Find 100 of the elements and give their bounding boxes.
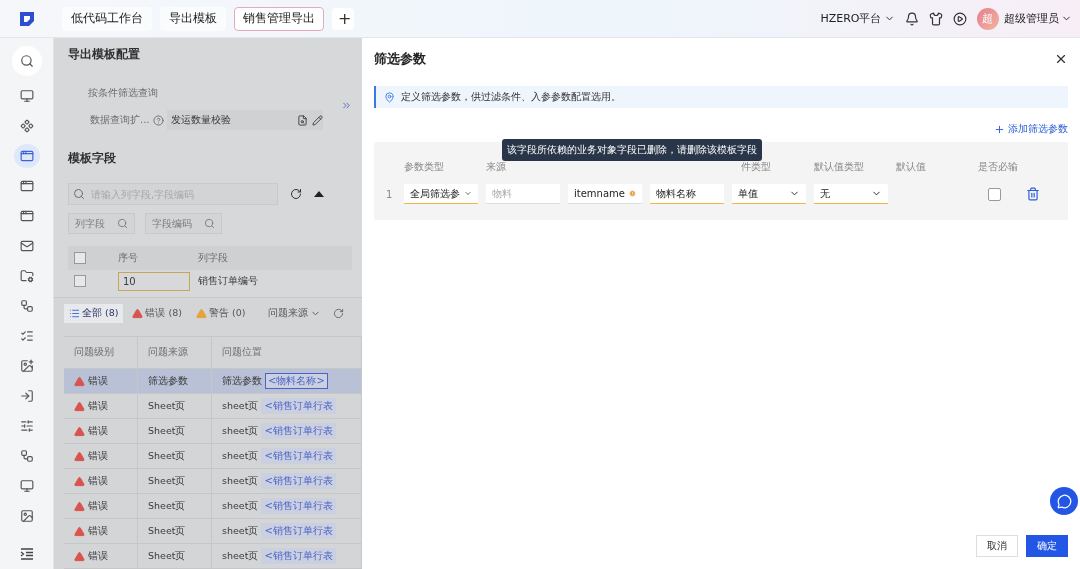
filter-tab[interactable]: 警告 (0)	[190, 303, 251, 323]
page-tab[interactable]: 导出模板	[160, 6, 226, 31]
level-cell[interactable]: 错误	[64, 419, 138, 444]
error-icon	[74, 375, 85, 387]
search-icon[interactable]	[11, 46, 42, 76]
document-search-icon[interactable]	[296, 114, 308, 126]
user-menu[interactable]: 超 超级管理员	[976, 7, 1072, 30]
location-text: sheet页	[222, 449, 259, 463]
location-text: sheet页	[222, 549, 259, 563]
checkbox[interactable]	[74, 275, 86, 287]
edit-icon[interactable]	[311, 114, 323, 126]
select-field[interactable]: 单值	[732, 184, 806, 204]
field-label: 数据查询扩...	[90, 113, 150, 127]
table-cell: 筛选参数	[138, 369, 212, 394]
page-tab[interactable]: 销售管理导出	[234, 6, 324, 31]
logo-icon	[18, 9, 36, 28]
error-icon	[74, 550, 85, 562]
error-icon	[74, 475, 85, 487]
error-icon	[74, 500, 85, 512]
collapse-caret-icon[interactable]	[314, 191, 324, 197]
cancel-button[interactable]: 取消	[976, 535, 1018, 557]
info-text: 定义筛选参数，供过滤条件、入参参数配置选用。	[401, 90, 621, 104]
table-cell: Sheet页	[138, 544, 212, 569]
close-icon[interactable]	[1054, 52, 1068, 66]
page-tab[interactable]: 低代码工作台	[62, 6, 152, 31]
search-icon	[204, 218, 215, 229]
location-tag[interactable]: <销售订单行表	[261, 398, 336, 414]
input-field[interactable]: itemname	[568, 184, 642, 204]
column-header: 序号	[112, 246, 192, 270]
column-header: 默认值	[896, 160, 927, 174]
ok-button[interactable]: 确定	[1026, 535, 1068, 557]
column-header: 参数类型	[404, 160, 445, 174]
error-icon	[74, 450, 85, 462]
drawer-title: 筛选参数	[374, 50, 426, 68]
search-icon	[73, 188, 85, 200]
location-text: sheet页	[222, 474, 259, 488]
sequence-input[interactable]: 10	[118, 271, 190, 291]
location-tag[interactable]: <销售订单行表	[261, 423, 336, 439]
location-tag[interactable]: <销售订单行表	[261, 548, 336, 564]
row-number: 1	[386, 188, 394, 200]
platform-switcher[interactable]: HZERO平台	[820, 11, 895, 26]
column-header: 来源	[486, 160, 507, 174]
pin-icon	[384, 91, 395, 103]
play-icon[interactable]	[952, 11, 967, 26]
location-text: 筛选参数	[222, 374, 262, 388]
checkbox[interactable]	[988, 187, 1001, 201]
column-header: 默认值类型	[814, 160, 865, 174]
search-icon	[117, 218, 128, 229]
chat-icon[interactable]	[1050, 487, 1078, 515]
table-cell: Sheet页	[138, 419, 212, 444]
error-icon	[132, 307, 144, 319]
level-cell[interactable]: 错误	[64, 394, 138, 419]
level-cell[interactable]: 错误	[64, 369, 138, 394]
input-field[interactable]: 物料名称	[650, 184, 724, 204]
warning-icon	[195, 307, 207, 319]
column-header: 件类型	[740, 160, 772, 174]
filter-tab[interactable]: 全部 (8)	[64, 303, 124, 323]
location-text: sheet页	[222, 524, 259, 538]
collapse-icon[interactable]	[19, 547, 34, 561]
level-cell[interactable]: 错误	[64, 494, 138, 519]
list-icon	[69, 307, 80, 319]
location-text: sheet页	[222, 499, 259, 513]
table-cell: Sheet页	[138, 444, 212, 469]
column-header: 列字段	[192, 246, 352, 270]
location-tag[interactable]: <销售订单行表	[261, 523, 336, 539]
avatar: 超	[976, 7, 999, 30]
error-icon	[74, 525, 85, 537]
level-cell[interactable]: 错误	[64, 469, 138, 494]
location-text: sheet页	[222, 399, 259, 413]
refresh-icon[interactable]	[290, 188, 302, 200]
filter-tab[interactable]: 错误 (8)	[127, 303, 187, 323]
select-field[interactable]: 无	[814, 184, 888, 204]
plus-icon	[994, 123, 1005, 135]
location-tag[interactable]: <销售订单行表	[261, 448, 336, 464]
level-cell[interactable]: 错误	[64, 444, 138, 469]
panel-title: 导出模板配置	[68, 46, 141, 62]
input-field[interactable]: 物料	[486, 184, 560, 204]
bell-icon[interactable]	[904, 11, 919, 26]
section-title: 模板字段	[68, 150, 117, 167]
help-icon	[152, 114, 164, 126]
location-text: sheet页	[222, 424, 259, 438]
error-icon	[74, 425, 85, 437]
location-tag[interactable]: <销售订单行表	[261, 473, 336, 489]
location-tag[interactable]: <物料名称>	[265, 373, 328, 389]
level-cell[interactable]: 错误	[64, 519, 138, 544]
table-cell-text: 销售订单编号	[197, 274, 259, 288]
source-dropdown[interactable]: 问题来源	[268, 306, 322, 320]
select-field[interactable]: 全局筛选参	[404, 184, 478, 204]
location-tag[interactable]: <销售订单行表	[261, 498, 336, 514]
shirt-icon[interactable]	[928, 11, 943, 26]
table-cell: Sheet页	[138, 519, 212, 544]
add-parameter-link[interactable]: 添加筛选参数	[994, 122, 1068, 136]
table-cell: Sheet页	[138, 469, 212, 494]
column-header: 是否必输	[978, 160, 1018, 174]
extension-field[interactable]: 发运数量校验	[166, 110, 323, 130]
level-cell[interactable]: 错误	[64, 544, 138, 569]
checkbox[interactable]	[74, 252, 86, 264]
table-cell: Sheet页	[138, 394, 212, 419]
window-icon[interactable]	[13, 144, 40, 168]
add-tab-button[interactable]: +	[332, 7, 354, 30]
